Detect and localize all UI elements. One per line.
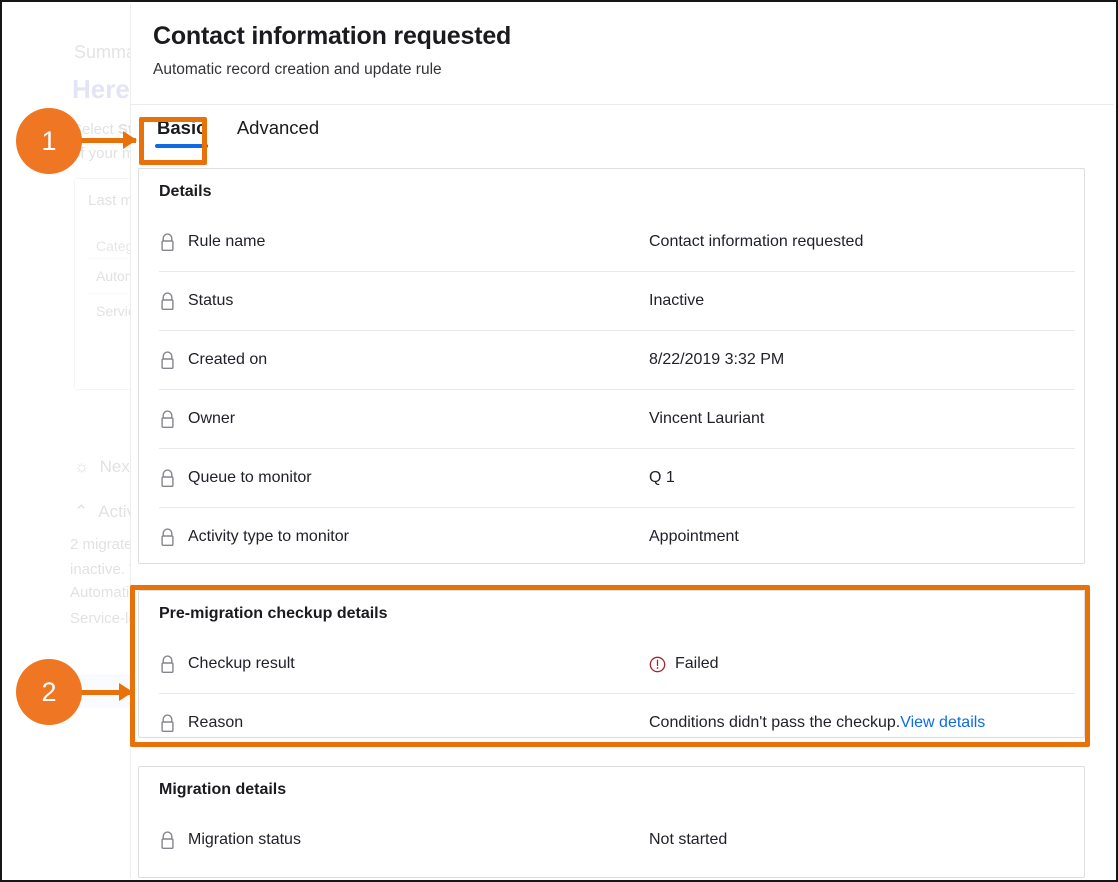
detail-label: Activity type to monitor	[159, 528, 649, 547]
detail-label: Migration status	[159, 831, 649, 850]
detail-label-text: Checkup result	[188, 655, 295, 673]
screenshot-frame: Summary Here's your migration status Sel…	[0, 0, 1118, 882]
detail-label: Checkup result	[159, 655, 649, 674]
page-subtitle: Automatic record creation and update rul…	[153, 61, 442, 79]
tab-selected-underline	[155, 144, 208, 148]
annotation-arrow-2	[80, 690, 132, 695]
lock-icon	[159, 351, 176, 370]
lock-icon	[159, 233, 176, 252]
lock-icon	[159, 831, 176, 850]
detail-label-text: Queue to monitor	[188, 469, 312, 487]
checkup-reason-text: Conditions didn't pass the checkup.	[649, 714, 900, 731]
details-card: Details Rule name Contact information re…	[138, 168, 1085, 564]
pre-migration-checkup-card: Pre-migration checkup details Checkup re…	[138, 590, 1085, 738]
lock-icon	[159, 410, 176, 429]
view-details-link[interactable]: View details	[900, 714, 985, 731]
detail-label-text: Created on	[188, 351, 267, 369]
checkup-card-title: Pre-migration checkup details	[159, 605, 388, 623]
detail-label: Created on	[159, 351, 649, 370]
detail-label: Reason	[159, 714, 649, 733]
status-badge: Failed	[649, 655, 719, 673]
detail-value: Q 1	[649, 469, 675, 487]
migration-card-title: Migration details	[159, 781, 286, 799]
panel-header: Contact information requested Automatic …	[131, 4, 1114, 105]
tab-advanced-label: Advanced	[237, 117, 319, 138]
checkup-rows: Checkup result Failed Reason Conditions …	[159, 635, 1075, 752]
tab-advanced[interactable]: Advanced	[233, 117, 323, 148]
tab-basic[interactable]: Basic	[153, 117, 210, 148]
error-circle-icon	[649, 656, 666, 673]
lock-icon	[159, 292, 176, 311]
detail-label: Rule name	[159, 233, 649, 252]
lightbulb-icon: ☼	[74, 457, 90, 477]
detail-label-text: Rule name	[188, 233, 265, 251]
chevron-up-icon: ⌃	[74, 502, 88, 522]
page-title: Contact information requested	[153, 22, 511, 51]
detail-label-text: Status	[188, 292, 233, 310]
detail-row-created-on: Created on 8/22/2019 3:32 PM	[159, 330, 1075, 389]
lock-icon	[159, 655, 176, 674]
detail-value: 8/22/2019 3:32 PM	[649, 351, 784, 369]
annotation-badge-2: 2	[16, 659, 82, 725]
detail-value: Contact information requested	[649, 233, 863, 251]
detail-label-text: Migration status	[188, 831, 301, 849]
checkup-result-value: Failed	[675, 655, 719, 673]
checkup-reason-value: Conditions didn't pass the checkup.View …	[649, 714, 985, 732]
detail-row-status: Status Inactive	[159, 271, 1075, 330]
detail-row-activity-type-to-monitor: Activity type to monitor Appointment	[159, 507, 1075, 566]
detail-label: Owner	[159, 410, 649, 429]
migration-rows: Migration status Not started	[159, 811, 1075, 869]
tab-basic-label: Basic	[157, 117, 206, 138]
detail-value: Vincent Lauriant	[649, 410, 764, 428]
detail-label-text: Activity type to monitor	[188, 528, 349, 546]
checkup-row-result: Checkup result Failed	[159, 635, 1075, 693]
detail-value: Inactive	[649, 292, 704, 310]
annotation-badge-1: 1	[16, 108, 82, 174]
tab-list: Basic Advanced	[153, 117, 341, 159]
detail-row-rule-name: Rule name Contact information requested	[159, 213, 1075, 271]
detail-label-text: Reason	[188, 714, 243, 732]
lock-icon	[159, 528, 176, 547]
migration-details-card: Migration details Migration status Not s…	[138, 766, 1085, 878]
detail-row-owner: Owner Vincent Lauriant	[159, 389, 1075, 448]
detail-row-queue-to-monitor: Queue to monitor Q 1	[159, 448, 1075, 507]
details-rows: Rule name Contact information requested …	[159, 213, 1075, 566]
detail-label-text: Owner	[188, 410, 235, 428]
detail-value: Appointment	[649, 528, 739, 546]
lock-icon	[159, 469, 176, 488]
details-card-title: Details	[159, 183, 211, 201]
annotation-arrow-1	[80, 138, 136, 143]
lock-icon	[159, 714, 176, 733]
detail-label: Queue to monitor	[159, 469, 649, 488]
migration-row-status: Migration status Not started	[159, 811, 1075, 869]
detail-label: Status	[159, 292, 649, 311]
checkup-row-reason: Reason Conditions didn't pass the checku…	[159, 693, 1075, 752]
migration-status-value: Not started	[649, 831, 727, 849]
